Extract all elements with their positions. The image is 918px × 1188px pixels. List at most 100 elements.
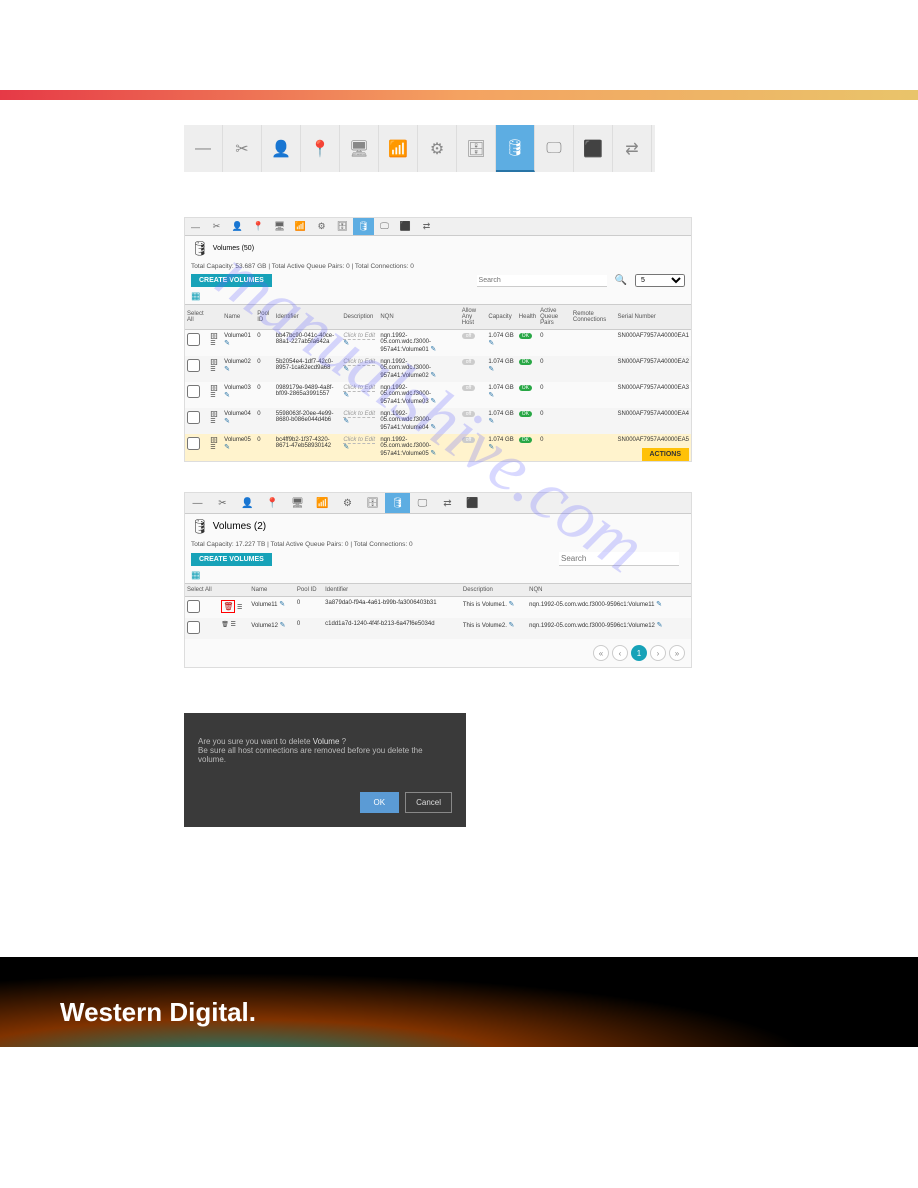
click-to-edit[interactable]: Click to Edit [343, 411, 375, 418]
search-icon[interactable]: 🔍 [615, 275, 627, 286]
edit-icon[interactable]: ✎ [224, 418, 230, 425]
create-volumes-button[interactable]: CREATE VOLUMES [191, 274, 272, 287]
p1-tb-3[interactable]: 📍 [248, 218, 269, 235]
page-1[interactable]: 1 [631, 645, 647, 661]
click-to-edit[interactable]: Click to Edit [343, 437, 375, 444]
search-input[interactable] [477, 275, 607, 287]
edit-icon[interactable]: ✎ [280, 622, 286, 629]
row-identifier[interactable]: c1dd1a7d-1240-4f4f-b213-6a47f6e5034d [323, 618, 461, 639]
cancel-button[interactable]: Cancel [405, 792, 452, 813]
edit-icon[interactable]: ✎ [224, 340, 230, 347]
tb-tools-icon[interactable]: ✂ [223, 125, 262, 172]
page-first[interactable]: « [593, 645, 609, 661]
p2-tb-9[interactable]: 🖵 [410, 493, 435, 513]
p1-tb-10[interactable]: ⬛ [395, 218, 416, 235]
table-row[interactable]: 🗄 ☰Volume05 ✎0bc4ff9b2-1f37-4320-8671-47… [185, 434, 691, 461]
row-checkbox[interactable] [187, 411, 200, 424]
p2-tb-6[interactable]: ⚙ [335, 493, 360, 513]
table-row[interactable]: 🗄 ☰Volume01 ✎0bb47bc90-041c-40ce-88a1-22… [185, 330, 691, 357]
tb-item-0[interactable]: — [184, 125, 223, 172]
p1-tb-2[interactable]: 👤 [227, 218, 248, 235]
row-identifier[interactable]: bc4ff9b2-1f37-4320-8671-47eb58930142 [274, 434, 342, 461]
edit-icon[interactable]: ✎ [657, 622, 663, 629]
tb-pin-icon[interactable]: 📍 [301, 125, 340, 172]
edit-icon[interactable]: ✎ [430, 398, 436, 405]
p1-tb-4[interactable]: 🖥 [269, 218, 290, 235]
trash-icon[interactable]: 🗑 [223, 602, 233, 611]
page-size-select[interactable]: 5 [635, 274, 685, 287]
edit-icon[interactable]: ✎ [343, 340, 349, 347]
row-identifier[interactable]: 3a879da0-f94a-4a61-b99b-fa3006403b31 [323, 597, 461, 619]
edit-icon[interactable]: ✎ [430, 346, 436, 353]
grid-icon[interactable]: ▦ [185, 289, 691, 304]
p2-tb-3[interactable]: 📍 [260, 493, 285, 513]
tb-monitor-icon[interactable]: 🖥 [340, 125, 379, 172]
page-prev[interactable]: ‹ [612, 645, 628, 661]
edit-icon[interactable]: ✎ [656, 601, 662, 608]
row-checkbox[interactable] [187, 333, 200, 346]
table-row[interactable]: 🗑 ☰Volume11 ✎03a879da0-f94a-4a61-b99b-fa… [185, 597, 691, 619]
p1-tb-7[interactable]: 🗄 [332, 218, 353, 235]
edit-icon[interactable]: ✎ [488, 392, 494, 399]
toggle-off[interactable]: off [462, 333, 475, 339]
p2-tb-2[interactable]: 👤 [235, 493, 260, 513]
p2-tb-7[interactable]: 🗄 [360, 493, 385, 513]
edit-icon[interactable]: ✎ [343, 392, 349, 399]
edit-icon[interactable]: ✎ [224, 392, 230, 399]
row-identifier[interactable]: bb47bc90-041c-40ce-88a1-227ab5fa642a [274, 330, 342, 357]
tb-network-icon[interactable]: ⬛ [574, 125, 613, 172]
click-to-edit[interactable]: Click to Edit [343, 333, 375, 340]
search-input-2[interactable] [559, 552, 679, 566]
row-checkbox[interactable] [187, 600, 200, 613]
click-to-edit[interactable]: Click to Edit [343, 385, 375, 392]
tb-screen-icon[interactable]: 🖵 [535, 125, 574, 172]
edit-icon[interactable]: ✎ [509, 622, 515, 629]
edit-icon[interactable]: ✎ [488, 418, 494, 425]
tb-signal-icon[interactable]: 📶 [379, 125, 418, 172]
edit-icon[interactable]: ✎ [488, 340, 494, 347]
actions-button[interactable]: ACTIONS [642, 448, 690, 461]
p1-tb-8[interactable]: 🛢 [353, 218, 374, 235]
toggle-off[interactable]: off [462, 385, 475, 391]
tb-database-icon[interactable]: 🛢 [496, 125, 535, 172]
create-volumes-button-2[interactable]: CREATE VOLUMES [191, 553, 272, 566]
row-identifier[interactable]: 0989179e-9489-4a8f-bf09-2865a3991557 [274, 382, 342, 408]
edit-icon[interactable]: ✎ [488, 366, 494, 373]
row-checkbox[interactable] [187, 385, 200, 398]
p1-tb-1[interactable]: ✂ [206, 218, 227, 235]
p1-tb-11[interactable]: ⇄ [416, 218, 437, 235]
row-identifier[interactable]: 5598063f-20ee-4e99-8680-b086e044d4b6 [274, 408, 342, 434]
p2-tb-4[interactable]: 🖥 [285, 493, 310, 513]
table-row[interactable]: 🗑 ☰Volume12 ✎0c1dd1a7d-1240-4f4f-b213-6a… [185, 618, 691, 639]
edit-icon[interactable]: ✎ [279, 601, 285, 608]
row-identifier[interactable]: 5b2054e4-1df7-42c0-8957-1ca62ecd9a68 [274, 356, 342, 382]
p1-tb-6[interactable]: ⚙ [311, 218, 332, 235]
table-row[interactable]: 🗄 ☰Volume03 ✎00989179e-9489-4a8f-bf09-28… [185, 382, 691, 408]
edit-icon[interactable]: ✎ [343, 444, 349, 451]
table-row[interactable]: 🗄 ☰Volume04 ✎05598063f-20ee-4e99-8680-b0… [185, 408, 691, 434]
row-checkbox[interactable] [187, 359, 200, 372]
edit-icon[interactable]: ✎ [509, 601, 515, 608]
edit-icon[interactable]: ✎ [343, 418, 349, 425]
edit-icon[interactable]: ✎ [430, 450, 436, 457]
p2-tb-8[interactable]: 🛢 [385, 493, 410, 513]
edit-icon[interactable]: ✎ [343, 366, 349, 373]
edit-icon[interactable]: ✎ [224, 444, 230, 451]
row-checkbox[interactable] [187, 621, 200, 634]
tb-swap-icon[interactable]: ⇄ [613, 125, 652, 172]
edit-icon[interactable]: ✎ [224, 366, 230, 373]
p1-tb-9[interactable]: 🖵 [374, 218, 395, 235]
toggle-off[interactable]: off [462, 437, 475, 443]
edit-icon[interactable]: ✎ [488, 444, 494, 451]
p2-tb-0[interactable]: — [185, 493, 210, 513]
row-checkbox[interactable] [187, 437, 200, 450]
p1-tb-0[interactable]: — [185, 218, 206, 235]
page-next[interactable]: › [650, 645, 666, 661]
edit-icon[interactable]: ✎ [430, 424, 436, 431]
click-to-edit[interactable]: Click to Edit [343, 359, 375, 366]
tb-user-icon[interactable]: 👤 [262, 125, 301, 172]
p1-tb-5[interactable]: 📶 [290, 218, 311, 235]
p2-tb-11[interactable]: ⬛ [460, 493, 485, 513]
p2-tb-5[interactable]: 📶 [310, 493, 335, 513]
toggle-off[interactable]: off [462, 411, 475, 417]
